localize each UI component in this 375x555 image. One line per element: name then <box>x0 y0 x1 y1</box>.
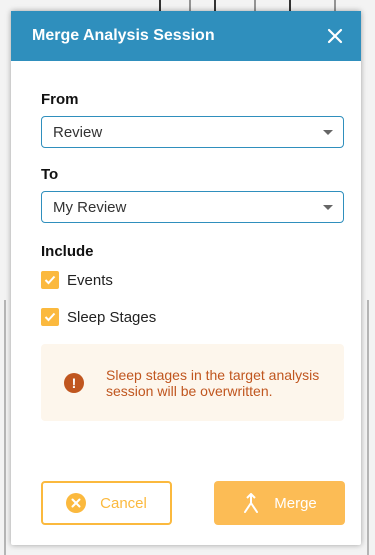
from-selected-value: Review <box>53 123 103 141</box>
close-button[interactable] <box>322 23 348 49</box>
merge-label: Merge <box>274 494 317 512</box>
screen: Merge Analysis Session From Review To My… <box>0 0 375 555</box>
dialog-title: Merge Analysis Session <box>32 27 215 44</box>
chevron-down-icon <box>323 204 333 210</box>
cancel-circle-icon <box>66 493 87 513</box>
dialog-header: Merge Analysis Session <box>11 11 361 61</box>
merge-button[interactable]: Merge <box>214 481 345 525</box>
include-label: Include <box>41 243 94 260</box>
cancel-button[interactable]: Cancel <box>41 481 172 525</box>
exclamation-icon: ! <box>64 372 84 393</box>
dialog-footer: Cancel Merge <box>41 481 345 525</box>
chevron-down-icon <box>323 129 333 135</box>
checkmark-icon <box>44 275 56 285</box>
warning-banner: ! Sleep stages in the target analysis se… <box>41 344 344 421</box>
checkmark-icon <box>44 312 56 322</box>
merge-icon <box>242 493 260 513</box>
warning-text: Sleep stages in the target analysis sess… <box>106 366 320 399</box>
include-option-sleep-stages[interactable]: Sleep Stages <box>41 305 344 329</box>
events-checkbox[interactable] <box>41 271 59 289</box>
from-select[interactable]: Review <box>41 116 344 148</box>
from-label: From <box>41 91 79 108</box>
merge-dialog: Merge Analysis Session From Review To My… <box>11 11 361 545</box>
sleep-stages-label: Sleep Stages <box>67 308 157 326</box>
include-option-events[interactable]: Events <box>41 268 344 292</box>
cancel-label: Cancel <box>100 494 147 512</box>
events-label: Events <box>67 271 113 289</box>
dialog-body: From Review To My Review Include Events <box>11 61 361 421</box>
to-select[interactable]: My Review <box>41 191 344 223</box>
to-selected-value: My Review <box>53 198 127 216</box>
sleep-stages-checkbox[interactable] <box>41 308 59 326</box>
close-icon <box>327 28 343 44</box>
to-label: To <box>41 166 59 183</box>
